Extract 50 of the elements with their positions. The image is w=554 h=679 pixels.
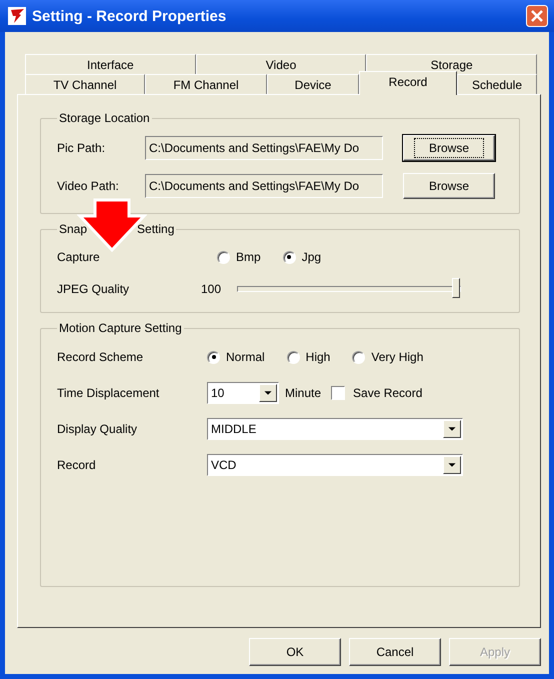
field-label: Time Displacement: [57, 386, 160, 400]
window-title: Setting - Record Properties: [32, 8, 228, 24]
radio-label: High: [306, 350, 330, 364]
close-icon[interactable]: [526, 5, 548, 27]
app-logo-icon: [8, 7, 26, 25]
dropdown[interactable]: MIDDLE: [207, 418, 463, 440]
field-label: Record Scheme: [57, 350, 144, 364]
group-title: Motion Capture Setting: [58, 321, 183, 335]
group-title: Setting: [137, 222, 174, 236]
tab[interactable]: TV Channel: [25, 74, 145, 95]
dropdown[interactable]: 10: [207, 382, 279, 404]
unit-label: Minute: [285, 386, 322, 400]
tab[interactable]: Interface: [25, 54, 196, 74]
path-field[interactable]: C:\Documents and Settings\FAE\My Do: [145, 174, 383, 198]
field-label: Video Path:: [57, 179, 120, 193]
caret-icon: [259, 384, 277, 402]
checkbox-label: Save Record: [353, 386, 422, 400]
caret-icon: [443, 420, 461, 438]
tab[interactable]: Schedule: [457, 74, 537, 95]
field-label: Pic Path:: [57, 141, 106, 155]
group-title: Storage Location: [58, 111, 151, 125]
field-label: Record: [57, 458, 97, 472]
tab[interactable]: Device: [267, 74, 359, 95]
field-label: JPEG Quality: [57, 282, 130, 296]
field-label: Display Quality: [57, 422, 138, 436]
dialog-button[interactable]: Cancel: [349, 638, 441, 666]
tab[interactable]: FM Channel: [145, 74, 267, 95]
radio-button[interactable]: [282, 250, 296, 264]
slider-thumb[interactable]: [452, 278, 460, 298]
dialog-button[interactable]: OK: [249, 638, 341, 666]
group-title: Snap: [59, 222, 88, 236]
radio-label: Normal: [226, 350, 265, 364]
radio-button[interactable]: [286, 350, 300, 364]
quality-value: 100: [201, 282, 222, 296]
radio-label: Jpg: [302, 250, 322, 264]
path-field[interactable]: C:\Documents and Settings\FAE\My Do: [145, 136, 383, 160]
field-label: Capture: [57, 250, 101, 264]
dropdown[interactable]: VCD: [207, 454, 463, 476]
radio-button[interactable]: [217, 250, 230, 264]
checkbox[interactable]: [331, 386, 346, 400]
radio-label: Very High: [371, 350, 424, 364]
radio-button[interactable]: [207, 350, 220, 364]
browse-button[interactable]: Browse: [403, 135, 495, 161]
tab[interactable]: Storage: [366, 54, 538, 74]
tab[interactable]: Video: [196, 54, 366, 74]
radio-label: Bmp: [236, 250, 261, 264]
browse-button[interactable]: Browse: [403, 173, 495, 199]
tab[interactable]: Record: [359, 71, 457, 95]
caret-icon: [443, 456, 461, 474]
radio-button[interactable]: [352, 350, 366, 364]
